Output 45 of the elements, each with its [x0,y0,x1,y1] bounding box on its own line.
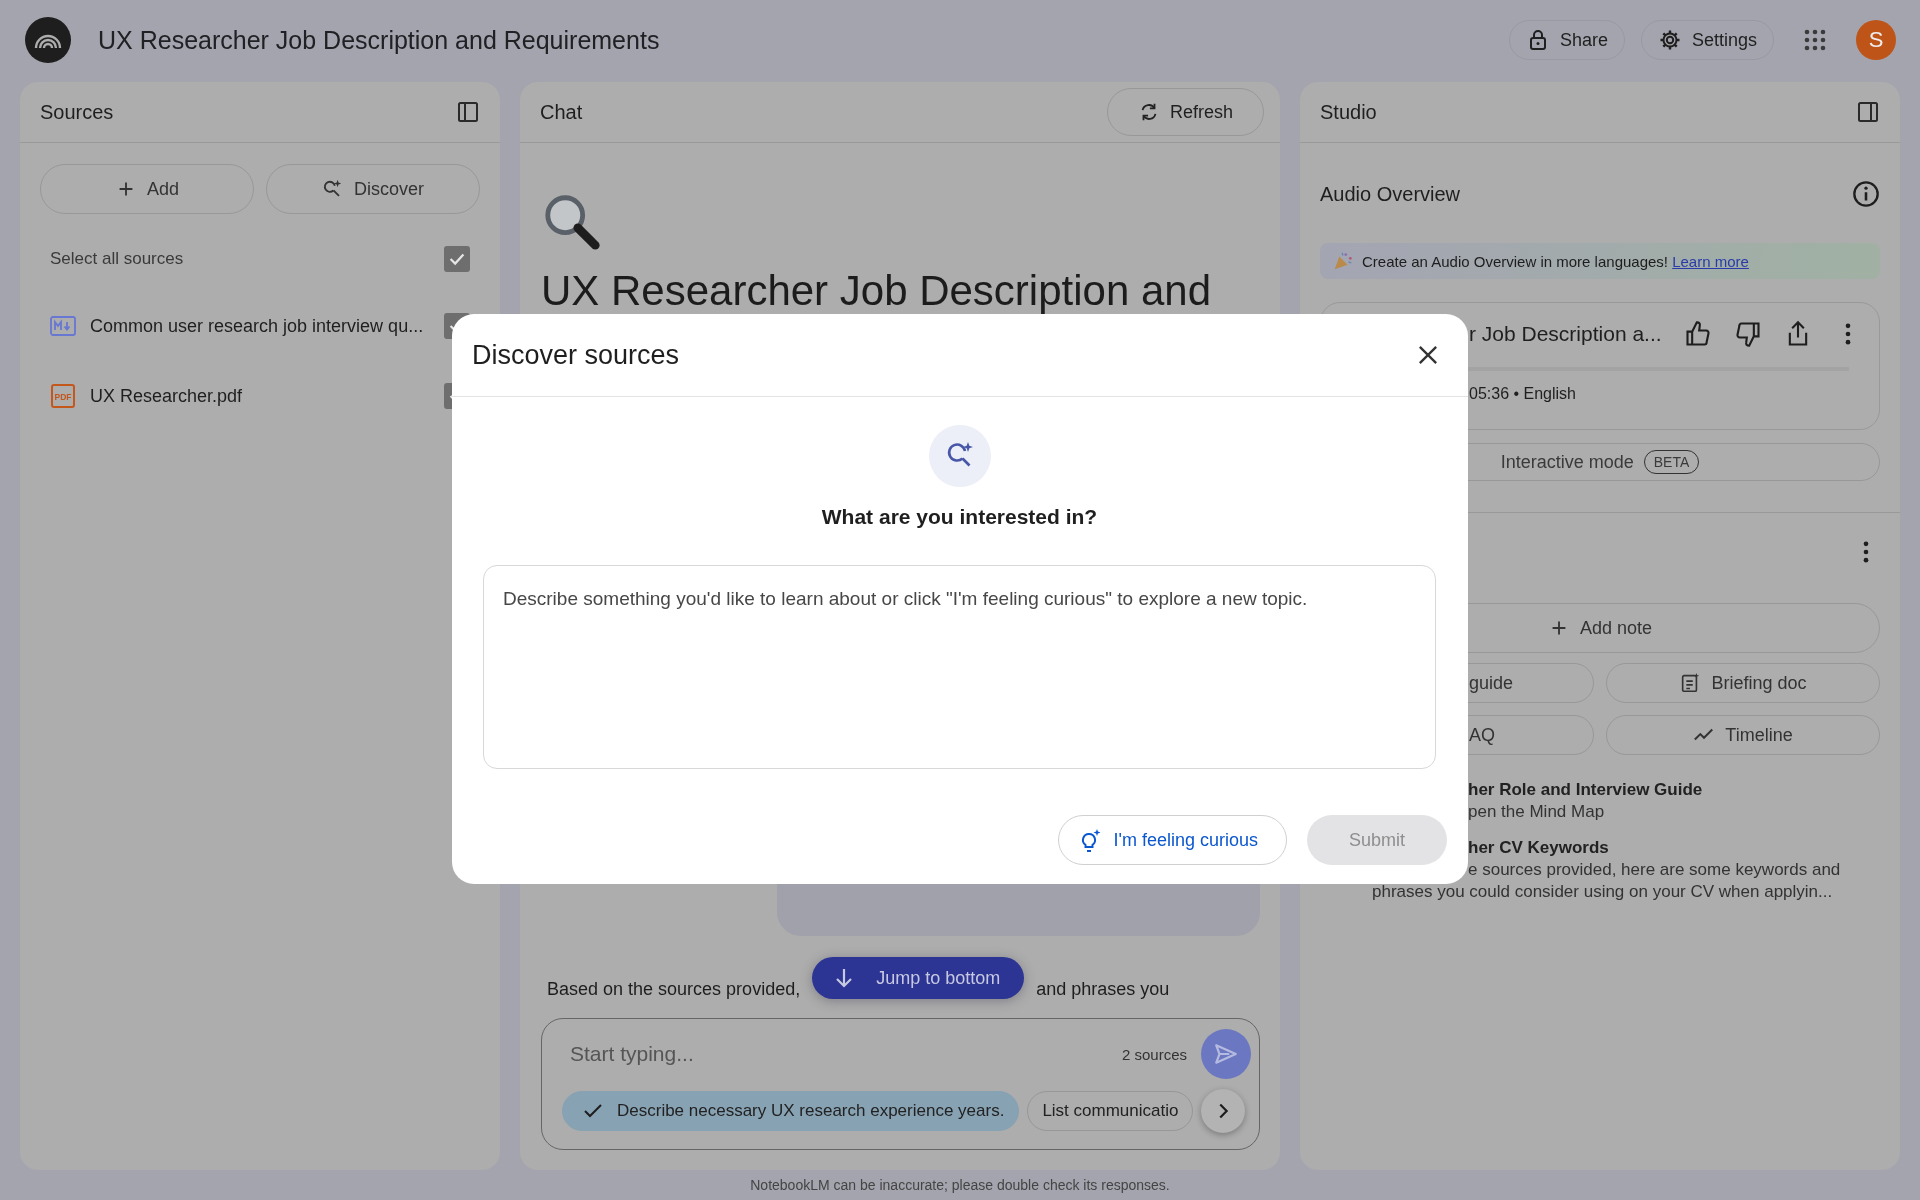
source-count: 2 sources [1121,1045,1187,1063]
note-preview-text: pen the Mind Map [1467,801,1606,823]
jump-to-bottom-button[interactable]: Jump to bottom [812,957,1025,999]
note-preview-text: e sources provided, here are some keywords and [1467,859,1842,881]
panel-title: Chat [540,100,583,124]
source-name[interactable]: Common user research job interview qu... [90,315,430,337]
pdf-file-icon: PDF [50,384,76,408]
avatar[interactable]: S [1856,20,1896,60]
markdown-file-icon [50,314,76,338]
info-icon[interactable] [1852,180,1880,208]
source-action-button[interactable]: Discover [266,164,480,214]
panel-toggle-icon[interactable] [1856,100,1880,124]
select-all-label: Select all sources [50,249,185,269]
document-icon [1679,672,1702,694]
topic-input-field[interactable]: Describe something you'd like to learn about or click "I'm feeling curious" to explore a new topic. [483,565,1436,769]
select-all-checkbox[interactable] [444,246,470,272]
panel-toggle-icon[interactable] [456,100,480,124]
audio-meta: 05:36 • English [1469,385,1577,403]
sparkle-search-icon [928,425,991,487]
apps-grid-icon[interactable] [1804,29,1826,51]
thumbs-up-icon[interactable] [1683,320,1712,348]
source-name[interactable]: UX Researcher.pdf [90,385,430,407]
panel-title: Studio [1320,100,1377,124]
app-logo [25,17,71,63]
suggestion-chip[interactable]: Describe necessary UX research experience years. [562,1091,1020,1131]
note-preview-text: phrases you could consider using on your CV when applyin... [1372,881,1834,903]
disclaimer-text: NotebookLM can be inaccurate; please double check its responses. [749,1176,1171,1195]
notebook-title: UX Researcher Job Description and Requirements [98,25,660,55]
dialog-question: What are you interested in? [821,505,1098,529]
panel-title: Sources [40,100,114,124]
section-title: Audio Overview [1320,182,1461,206]
learn-more-link[interactable]: Learn more [1672,252,1749,270]
source-action-button[interactable]: Add [40,164,254,214]
next-suggestions-button[interactable] [1201,1089,1246,1133]
answer-text: Based on the sources provided, [547,978,801,1000]
banner-text: Create an Audio Overview in more languages! Learn more [1362,252,1749,270]
dialog-title: Discover sources [472,339,680,371]
answer-text: and phrases you [1036,978,1170,1000]
send-icon [1213,1041,1239,1067]
chat-input-field[interactable]: Start typing... [562,1042,1108,1066]
thumbs-down-icon[interactable] [1733,320,1762,348]
party-popper-icon [1332,250,1354,272]
audio-title: r Job Description a... [1469,322,1662,346]
chat-heading: UX Researcher Job Description and [541,267,1212,315]
feeling-curious-button[interactable]: I'm feeling curious [1058,815,1287,865]
